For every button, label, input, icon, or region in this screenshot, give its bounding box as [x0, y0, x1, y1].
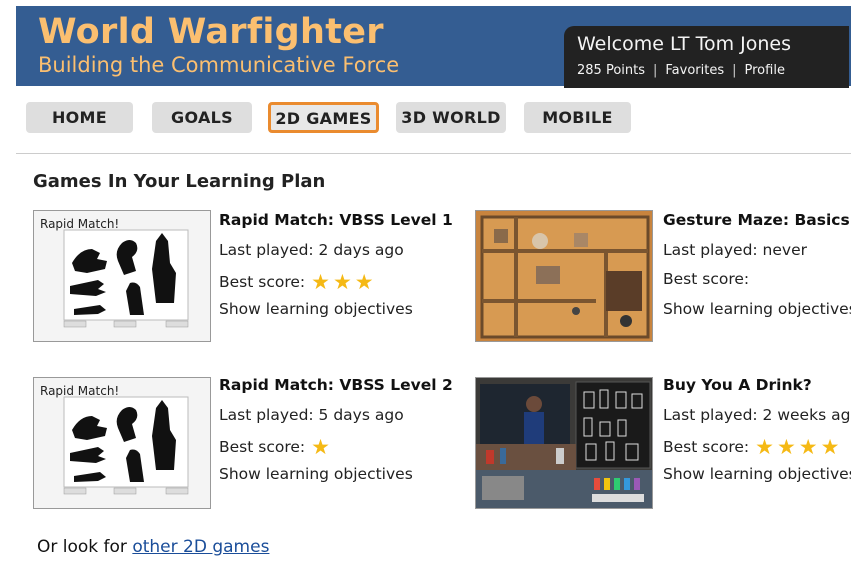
- game-thumbnail-buy-you-a-drink[interactable]: [475, 377, 653, 509]
- game-best-score: Best score:: [663, 270, 755, 288]
- game-thumbnail-rapid-match-2[interactable]: Rapid Match!: [33, 377, 211, 509]
- footer-prefix: Or look for: [37, 537, 127, 557]
- learning-objectives-link[interactable]: Show learning objectives: [219, 465, 413, 483]
- star-rating: ★★★★: [755, 435, 843, 459]
- welcome-text: Welcome LT Tom Jones: [577, 33, 791, 55]
- best-score-label: Best score:: [663, 438, 750, 456]
- best-score-label: Best score:: [219, 273, 306, 291]
- site-subtitle: Building the Communicative Force: [38, 53, 400, 77]
- best-score-label: Best score:: [663, 270, 750, 288]
- game-best-score: Best score: ★: [219, 435, 333, 459]
- best-score-label: Best score:: [219, 438, 306, 456]
- game-thumbnail-gesture-maze[interactable]: [475, 210, 653, 342]
- game-last-played: Last played: 2 days ago: [219, 241, 404, 259]
- nav-3d-world[interactable]: 3D WORLD: [396, 102, 506, 133]
- site-header: World Warfighter Building the Communicat…: [16, 6, 851, 88]
- learning-objectives-link[interactable]: Show learning objectives: [663, 465, 851, 483]
- game-best-score: Best score: ★★★★: [663, 435, 842, 459]
- learning-objectives-link[interactable]: Show learning objectives: [219, 300, 413, 318]
- game-title[interactable]: Gesture Maze: Basics: [663, 211, 850, 229]
- star-rating: ★★★: [311, 270, 377, 294]
- site-title: World Warfighter: [38, 12, 384, 52]
- nav-goals[interactable]: GOALS: [152, 102, 252, 133]
- other-games-link[interactable]: other 2D games: [132, 537, 269, 557]
- section-title: Games In Your Learning Plan: [33, 171, 326, 192]
- game-last-played: Last played: 2 weeks ago: [663, 406, 851, 424]
- game-thumbnail-rapid-match-1[interactable]: Rapid Match!: [33, 210, 211, 342]
- user-panel: Welcome LT Tom Jones 285 Points | Favorite…: [564, 26, 849, 88]
- favorites-link[interactable]: Favorites: [665, 63, 724, 78]
- game-best-score: Best score: ★★★: [219, 270, 377, 294]
- main-nav: HOME GOALS 2D GAMES 3D WORLD MOBILE: [16, 87, 851, 154]
- user-links: 285 Points | Favorites | Profile: [577, 63, 785, 78]
- star-rating: ★: [311, 435, 333, 459]
- points-count: 285 Points: [577, 63, 645, 78]
- nav-2d-games[interactable]: 2D GAMES: [268, 102, 379, 133]
- thumb-label: Rapid Match!: [40, 217, 119, 231]
- profile-link[interactable]: Profile: [745, 63, 785, 78]
- learning-objectives-link[interactable]: Show learning objectives: [663, 300, 851, 318]
- game-title[interactable]: Rapid Match: VBSS Level 2: [219, 376, 453, 394]
- thumb-label: Rapid Match!: [40, 384, 119, 398]
- game-title[interactable]: Rapid Match: VBSS Level 1: [219, 211, 453, 229]
- game-last-played: Last played: never: [663, 241, 807, 259]
- game-last-played: Last played: 5 days ago: [219, 406, 404, 424]
- footer-text: Or look for other 2D games: [37, 537, 269, 557]
- game-title[interactable]: Buy You A Drink?: [663, 376, 812, 394]
- nav-mobile[interactable]: MOBILE: [524, 102, 631, 133]
- nav-home[interactable]: HOME: [26, 102, 133, 133]
